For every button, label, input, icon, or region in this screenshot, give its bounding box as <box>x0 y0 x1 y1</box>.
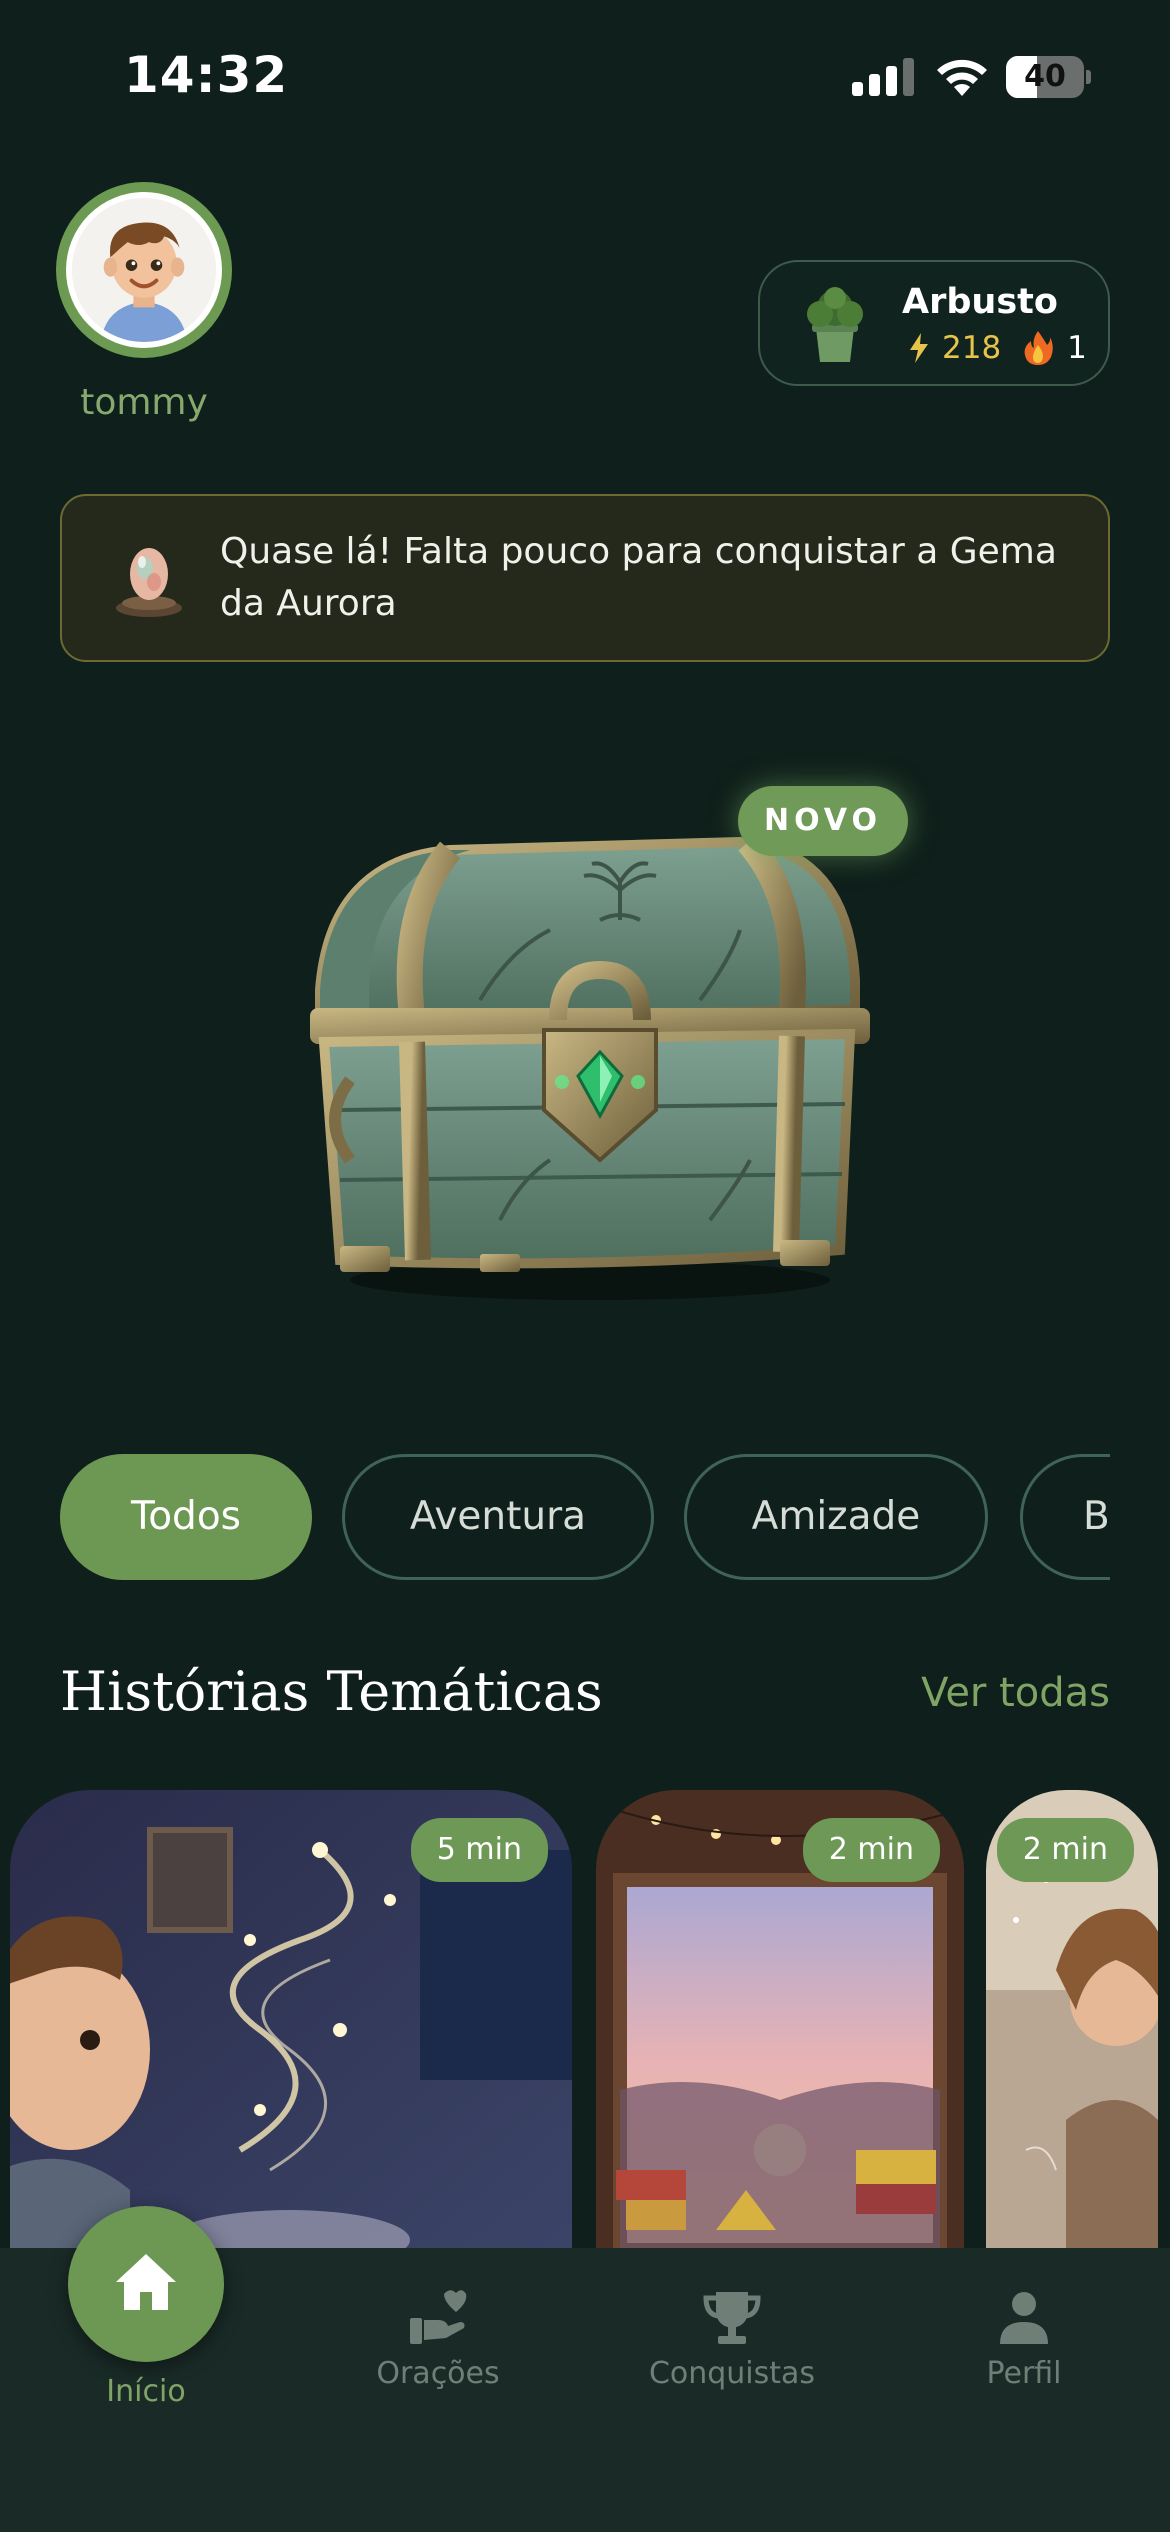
potted-bush-icon <box>807 287 863 362</box>
level-card[interactable]: Arbusto 218 1 <box>758 260 1110 386</box>
person-icon <box>1000 2292 1048 2344</box>
new-badge: NOVO <box>738 786 908 856</box>
treasure-chest-icon[interactable] <box>300 820 870 1310</box>
progress-banner[interactable]: Quase lá! Falta pouco para conquistar a … <box>60 494 1110 662</box>
banner-text: Quase lá! Falta pouco para conquistar a … <box>220 531 1057 624</box>
fire-icon <box>1024 331 1053 365</box>
wifi-icon <box>937 59 987 96</box>
battery-percent: 40 <box>1024 59 1066 94</box>
streak-value: 1 <box>1067 330 1087 366</box>
username: tommy <box>80 382 208 423</box>
status-time: 14:32 <box>124 46 289 104</box>
level-stats: 218 1 <box>902 328 1087 368</box>
duration-badge: 5 min <box>410 1818 548 1882</box>
filter-chip-amizade[interactable]: Amizade <box>684 1454 988 1580</box>
filter-chip-aventura[interactable]: Aventura <box>342 1454 654 1580</box>
level-name: Arbusto <box>902 282 1058 322</box>
story-card[interactable]: 2 min <box>596 1790 964 2250</box>
story-carousel: 5 min 2 min 2 min <box>0 1790 1170 2250</box>
status-bar: 14:32 40 <box>0 0 1170 150</box>
duration-badge: 2 min <box>996 1818 1134 1882</box>
trophy-icon <box>703 2292 761 2344</box>
boy-avatar-icon <box>72 198 216 342</box>
duration-badge: 2 min <box>802 1818 940 1882</box>
praying-hand-heart-icon <box>410 2290 467 2344</box>
filter-chip-todos[interactable]: Todos <box>60 1454 312 1580</box>
see-all-link[interactable]: Ver todas <box>921 1670 1110 1716</box>
section-title: Histórias Temáticas <box>60 1660 603 1723</box>
story-card[interactable]: 2 min <box>986 1790 1158 2250</box>
bolt-icon <box>910 333 928 363</box>
home-icon <box>116 2254 176 2310</box>
category-filters: Todos Aventura Amizade B <box>60 1454 1110 1580</box>
nav-label-home: Início <box>106 2374 186 2409</box>
xp-value: 218 <box>942 330 1002 366</box>
avatar[interactable] <box>56 182 232 358</box>
filter-chip-partial[interactable]: B <box>1020 1454 1110 1580</box>
gem-on-pedestal-icon <box>116 548 182 617</box>
story-card[interactable]: 5 min <box>10 1790 572 2250</box>
cellular-signal-icon <box>852 58 914 96</box>
nav-label-profile: Perfil <box>986 2356 1062 2391</box>
nav-home-button[interactable] <box>68 2206 224 2362</box>
nav-label-prayers: Orações <box>376 2356 500 2391</box>
nav-label-achievements: Conquistas <box>648 2356 816 2391</box>
battery-icon: 40 <box>1006 56 1091 98</box>
